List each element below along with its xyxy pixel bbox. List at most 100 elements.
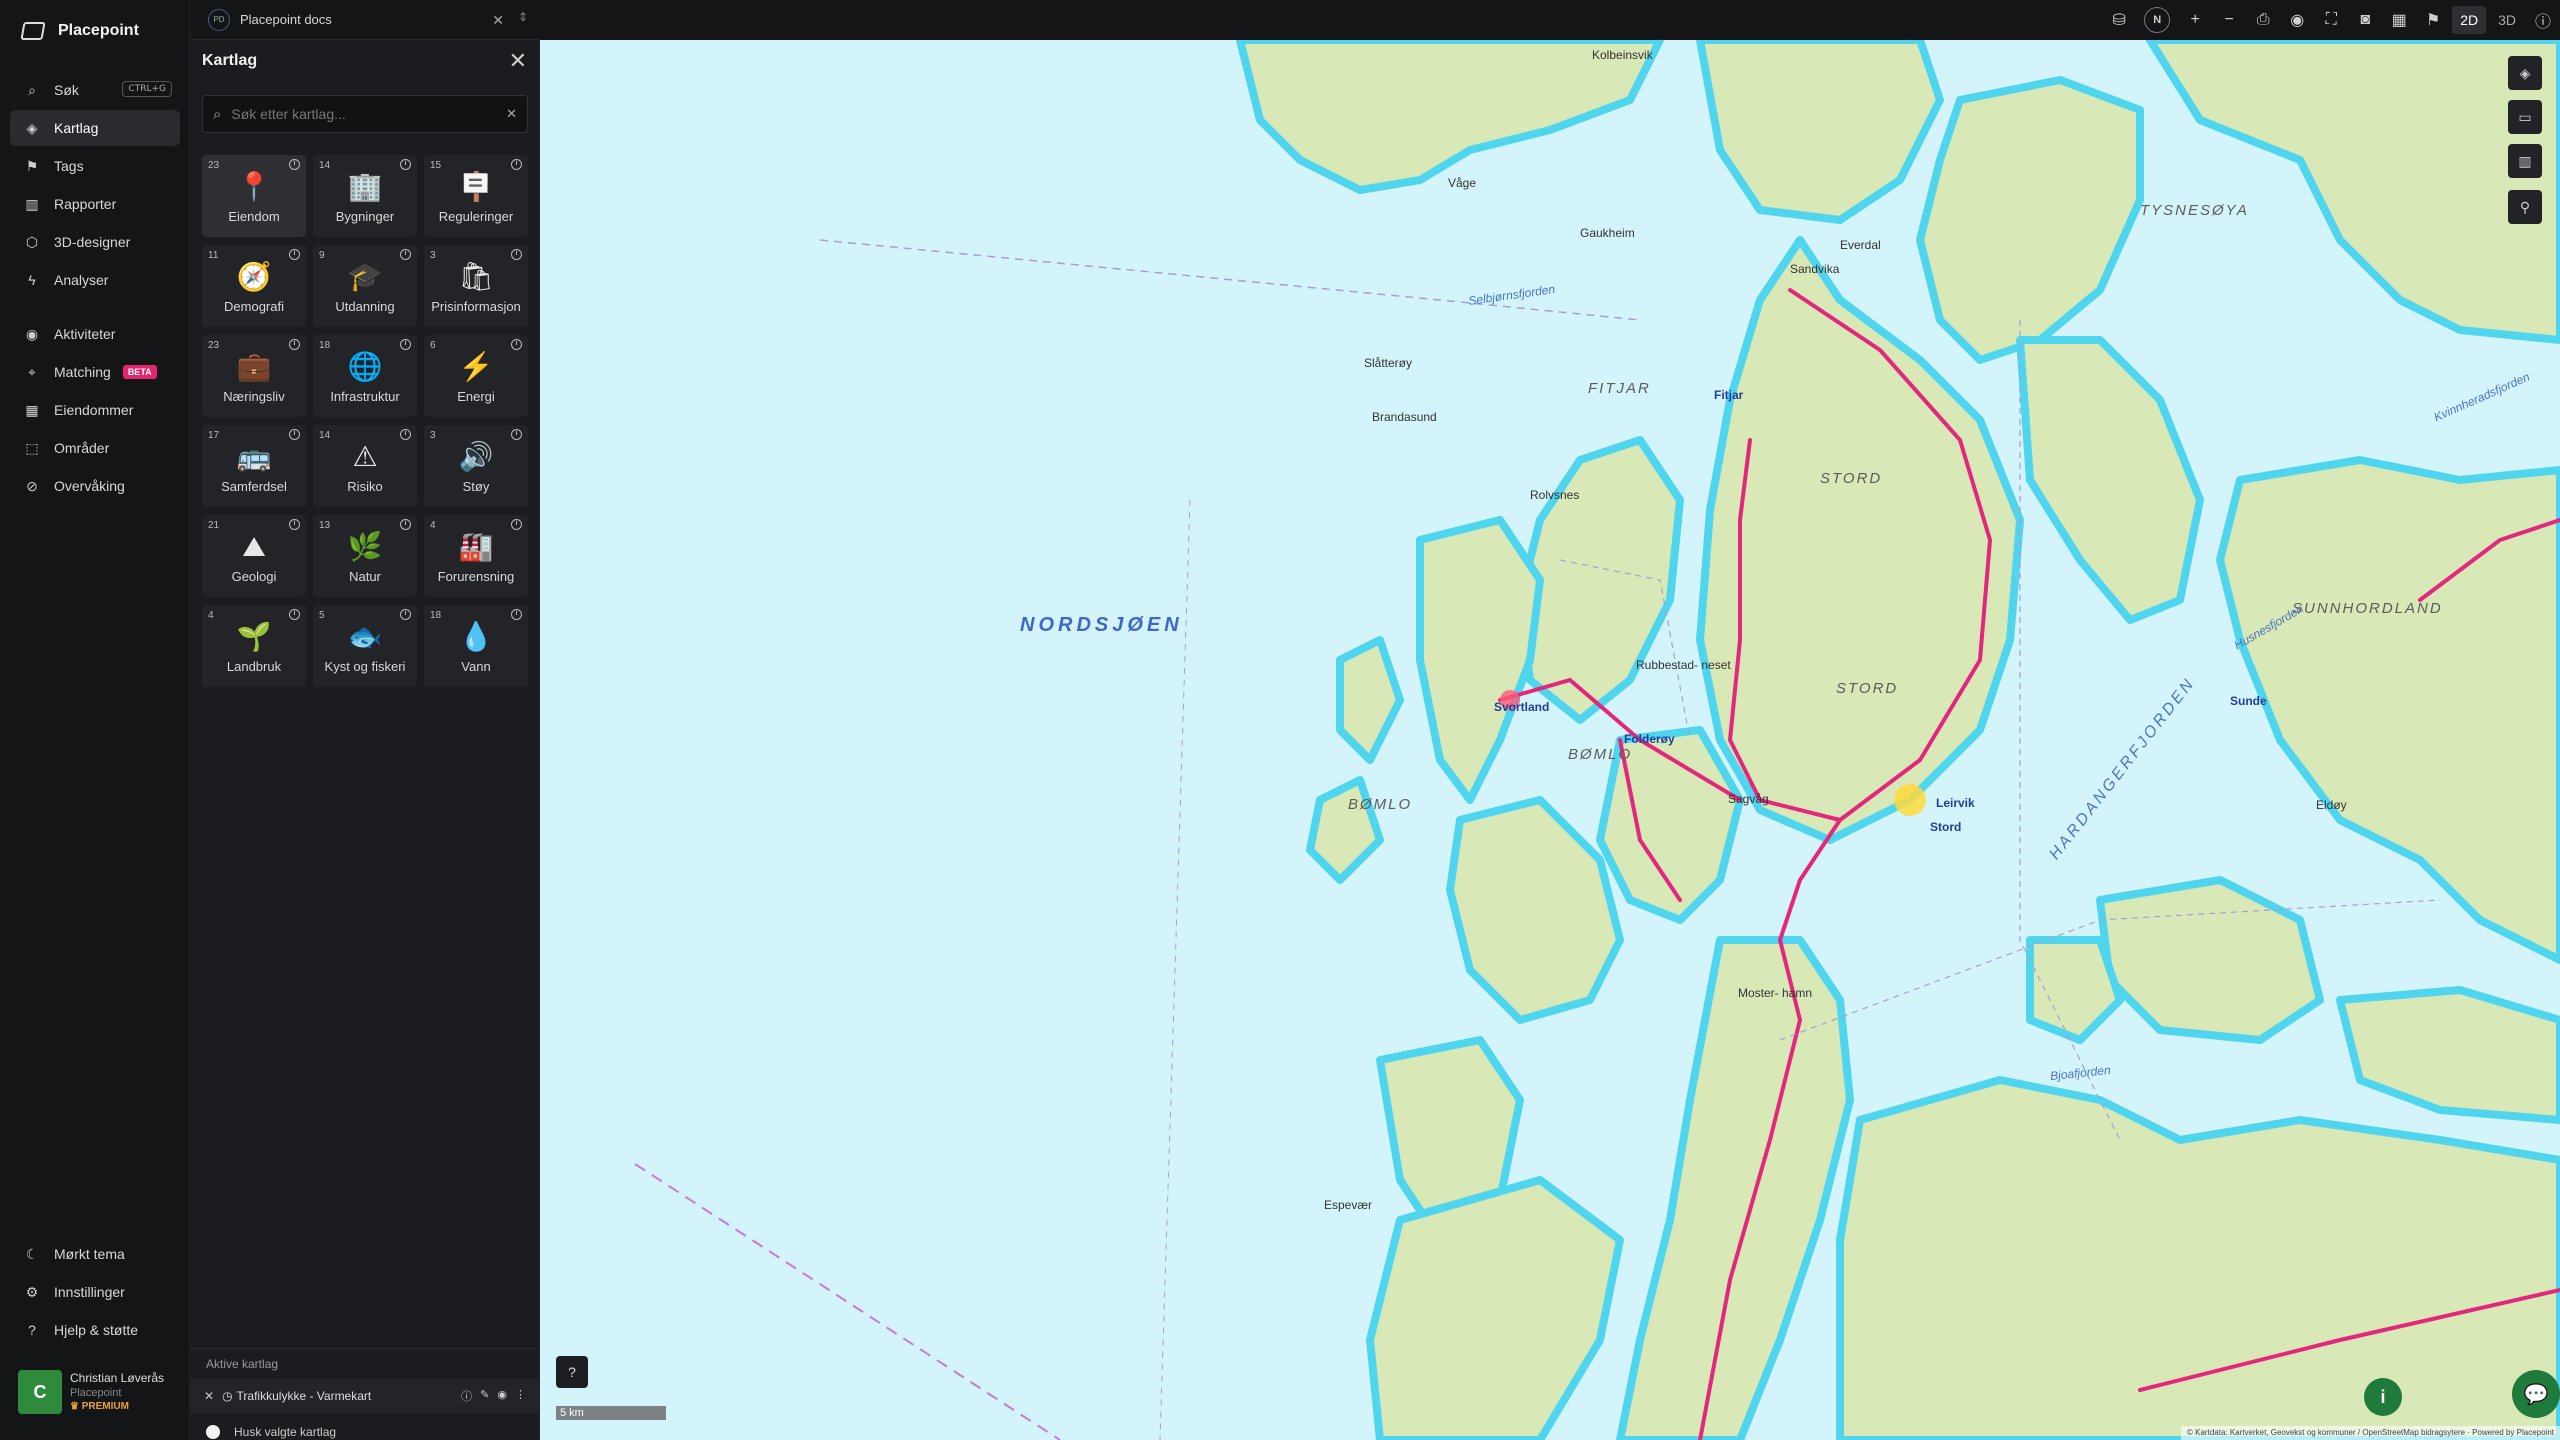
map-attribution[interactable]: © Kartdata: Kartverket, Geovekst og komm…: [2181, 1426, 2560, 1440]
map-label: STORD: [1836, 680, 1899, 697]
zoom-out-icon[interactable]: −: [2212, 0, 2246, 40]
view-3d-button[interactable]: 3D: [2490, 6, 2524, 34]
layer-category-utdanning[interactable]: 9 i 🎓 Utdanning: [313, 245, 417, 327]
info-icon[interactable]: i: [400, 519, 411, 530]
more-icon[interactable]: ⋮: [515, 1388, 526, 1404]
bookmark-icon[interactable]: ⚑: [2416, 0, 2450, 40]
category-label: Geologi: [231, 569, 277, 584]
layer-category-forurensning[interactable]: 4 i 🏭 Forurensning: [424, 515, 528, 597]
nav-item-monitoring[interactable]: ⊘ Overvåking: [10, 468, 180, 504]
layer-category-støy[interactable]: 3 i 🔊 Støy: [424, 425, 528, 507]
nav-item-activities[interactable]: ◉ Aktiviteter: [10, 316, 180, 352]
info-icon[interactable]: i: [289, 159, 300, 170]
workspace-title: Placepoint docs: [240, 12, 332, 27]
info-icon[interactable]: i: [289, 339, 300, 350]
view-2d-button[interactable]: 2D: [2452, 6, 2487, 34]
nav-item-tags[interactable]: ⚑ Tags: [10, 148, 180, 184]
info-icon[interactable]: i: [400, 609, 411, 620]
info-button-icon[interactable]: i: [2364, 1378, 2402, 1416]
grid-icon[interactable]: ▦: [2382, 0, 2416, 40]
chevron-updown-icon[interactable]: ⇕: [518, 10, 528, 24]
layer-category-natur[interactable]: 13 i 🌿 Natur: [313, 515, 417, 597]
layer-category-landbruk[interactable]: 4 i 🌱 Landbruk: [202, 605, 306, 687]
info-icon[interactable]: i: [511, 609, 522, 620]
map-label: Slåtterøy: [1364, 356, 1413, 370]
nav-item-help[interactable]: ? Hjelp & støtte: [10, 1312, 180, 1348]
layer-category-energi[interactable]: 6 i ⚡ Energi: [424, 335, 528, 417]
info-icon[interactable]: i: [289, 429, 300, 440]
info-icon[interactable]: i: [289, 249, 300, 260]
layer-category-reguleringer[interactable]: 15 i 🪧 Reguleringer: [424, 155, 528, 237]
nav-item-analyses[interactable]: ϟ Analyser: [10, 262, 180, 298]
nav-item-layers[interactable]: ◈ Kartlag: [10, 110, 180, 146]
layer-count: 4: [208, 610, 214, 621]
chat-button-icon[interactable]: 💬: [2512, 1370, 2560, 1418]
brand[interactable]: Placepoint: [20, 22, 139, 40]
category-icon: 🧭: [236, 261, 272, 292]
info-icon[interactable]: i: [511, 339, 522, 350]
active-layer-row[interactable]: ✕ ◷ Trafikkulykke - Varmekart ⓘ ✎ ◉ ⋮: [190, 1379, 540, 1413]
info-icon[interactable]: ⓘ: [2526, 0, 2560, 40]
close-tab-icon[interactable]: ✕: [492, 12, 504, 29]
info-icon[interactable]: i: [289, 609, 300, 620]
nav-item-dark-theme[interactable]: ☾ Mørkt tema: [10, 1236, 180, 1272]
statistics-tool-icon[interactable]: ▥: [2508, 144, 2542, 178]
layer-category-samferdsel[interactable]: 17 i 🚌 Samferdsel: [202, 425, 306, 507]
route-tool-icon[interactable]: ⚲: [2508, 190, 2542, 224]
toggle-switch[interactable]: [206, 1425, 220, 1439]
info-icon[interactable]: i: [400, 159, 411, 170]
nav-item-3d-designer[interactable]: ⬡ 3D-designer: [10, 224, 180, 260]
zoom-in-icon[interactable]: +: [2178, 0, 2212, 40]
layer-category-risiko[interactable]: 14 i ⚠ Risiko: [313, 425, 417, 507]
nav-item-reports[interactable]: ▥ Rapporter: [10, 186, 180, 222]
info-icon[interactable]: i: [511, 159, 522, 170]
map-help-icon[interactable]: ?: [556, 1356, 588, 1388]
search-icon: ⌕: [28, 82, 36, 98]
map-layers-tool-icon[interactable]: ◈: [2508, 56, 2542, 90]
layer-category-eiendom[interactable]: 23 i 📍 Eiendom: [202, 155, 306, 237]
layer-search-input[interactable]: [231, 106, 507, 122]
workspace-tab[interactable]: PD Placepoint docs ✕ ⇕: [190, 0, 540, 40]
info-icon[interactable]: i: [511, 249, 522, 260]
map-canvas[interactable]: NORDSJØEN STORD STORD BØMLO BØMLO FITJAR…: [540, 40, 2560, 1440]
nav-item-settings[interactable]: ⚙ Innstillinger: [10, 1274, 180, 1310]
visibility-icon[interactable]: ◉: [497, 1388, 507, 1404]
info-icon[interactable]: i: [400, 429, 411, 440]
nav-item-search[interactable]: ⌕ Søk CTRL+G: [10, 72, 180, 108]
info-icon[interactable]: ⓘ: [461, 1388, 472, 1404]
layer-category-prisinformasjon[interactable]: 3 i 🛍 Prisinformasjon: [424, 245, 528, 327]
layer-category-bygninger[interactable]: 14 i 🏢 Bygninger: [313, 155, 417, 237]
info-icon[interactable]: i: [511, 519, 522, 530]
close-panel-icon[interactable]: ✕: [509, 48, 527, 74]
nav-item-areas[interactable]: ⬚ Områder: [10, 430, 180, 466]
eye-icon[interactable]: ◉: [2280, 0, 2314, 40]
layer-category-kyst-og-fiskeri[interactable]: 5 i 🐟 Kyst og fiskeri: [313, 605, 417, 687]
camera-icon[interactable]: ◙: [2348, 0, 2382, 40]
bolt-icon: ϟ: [28, 272, 36, 288]
info-icon[interactable]: i: [400, 249, 411, 260]
layer-category-vann[interactable]: 18 i 💧 Vann: [424, 605, 528, 687]
edit-icon[interactable]: ✎: [480, 1388, 489, 1404]
info-icon[interactable]: i: [511, 429, 522, 440]
clear-search-icon[interactable]: ✕: [506, 106, 517, 122]
layers-stack-icon[interactable]: ⛁: [2102, 0, 2136, 40]
category-icon: 💧: [458, 621, 494, 652]
info-icon[interactable]: i: [400, 339, 411, 350]
layer-category-geologi[interactable]: 21 i ⛰ Geologi: [202, 515, 306, 597]
print-icon[interactable]: ⎙: [2246, 0, 2280, 40]
layer-category-næringsliv[interactable]: 23 i 💼 Næringsliv: [202, 335, 306, 417]
map-label: Folderøy: [1624, 732, 1675, 746]
fullscreen-icon[interactable]: ⛶: [2314, 0, 2348, 40]
nav-item-properties[interactable]: ▦ Eiendommer: [10, 392, 180, 428]
layer-category-demografi[interactable]: 11 i 🧭 Demografi: [202, 245, 306, 327]
nav-item-matching[interactable]: ⌖ Matching BETA: [10, 354, 180, 390]
category-icon: ⚡: [458, 351, 494, 382]
measure-tool-icon[interactable]: ▭: [2508, 100, 2542, 134]
layer-category-infrastruktur[interactable]: 18 i 🌐 Infrastruktur: [313, 335, 417, 417]
category-label: Demografi: [224, 299, 284, 314]
info-icon[interactable]: i: [289, 519, 300, 530]
remove-layer-icon[interactable]: ✕: [204, 1389, 214, 1403]
remember-layers-toggle[interactable]: Husk valgte kartlag: [206, 1425, 336, 1439]
compass-button[interactable]: N: [2144, 7, 2171, 33]
user-profile[interactable]: C Christian Løverås Placepoint ♛ PREMIUM: [18, 1370, 178, 1422]
